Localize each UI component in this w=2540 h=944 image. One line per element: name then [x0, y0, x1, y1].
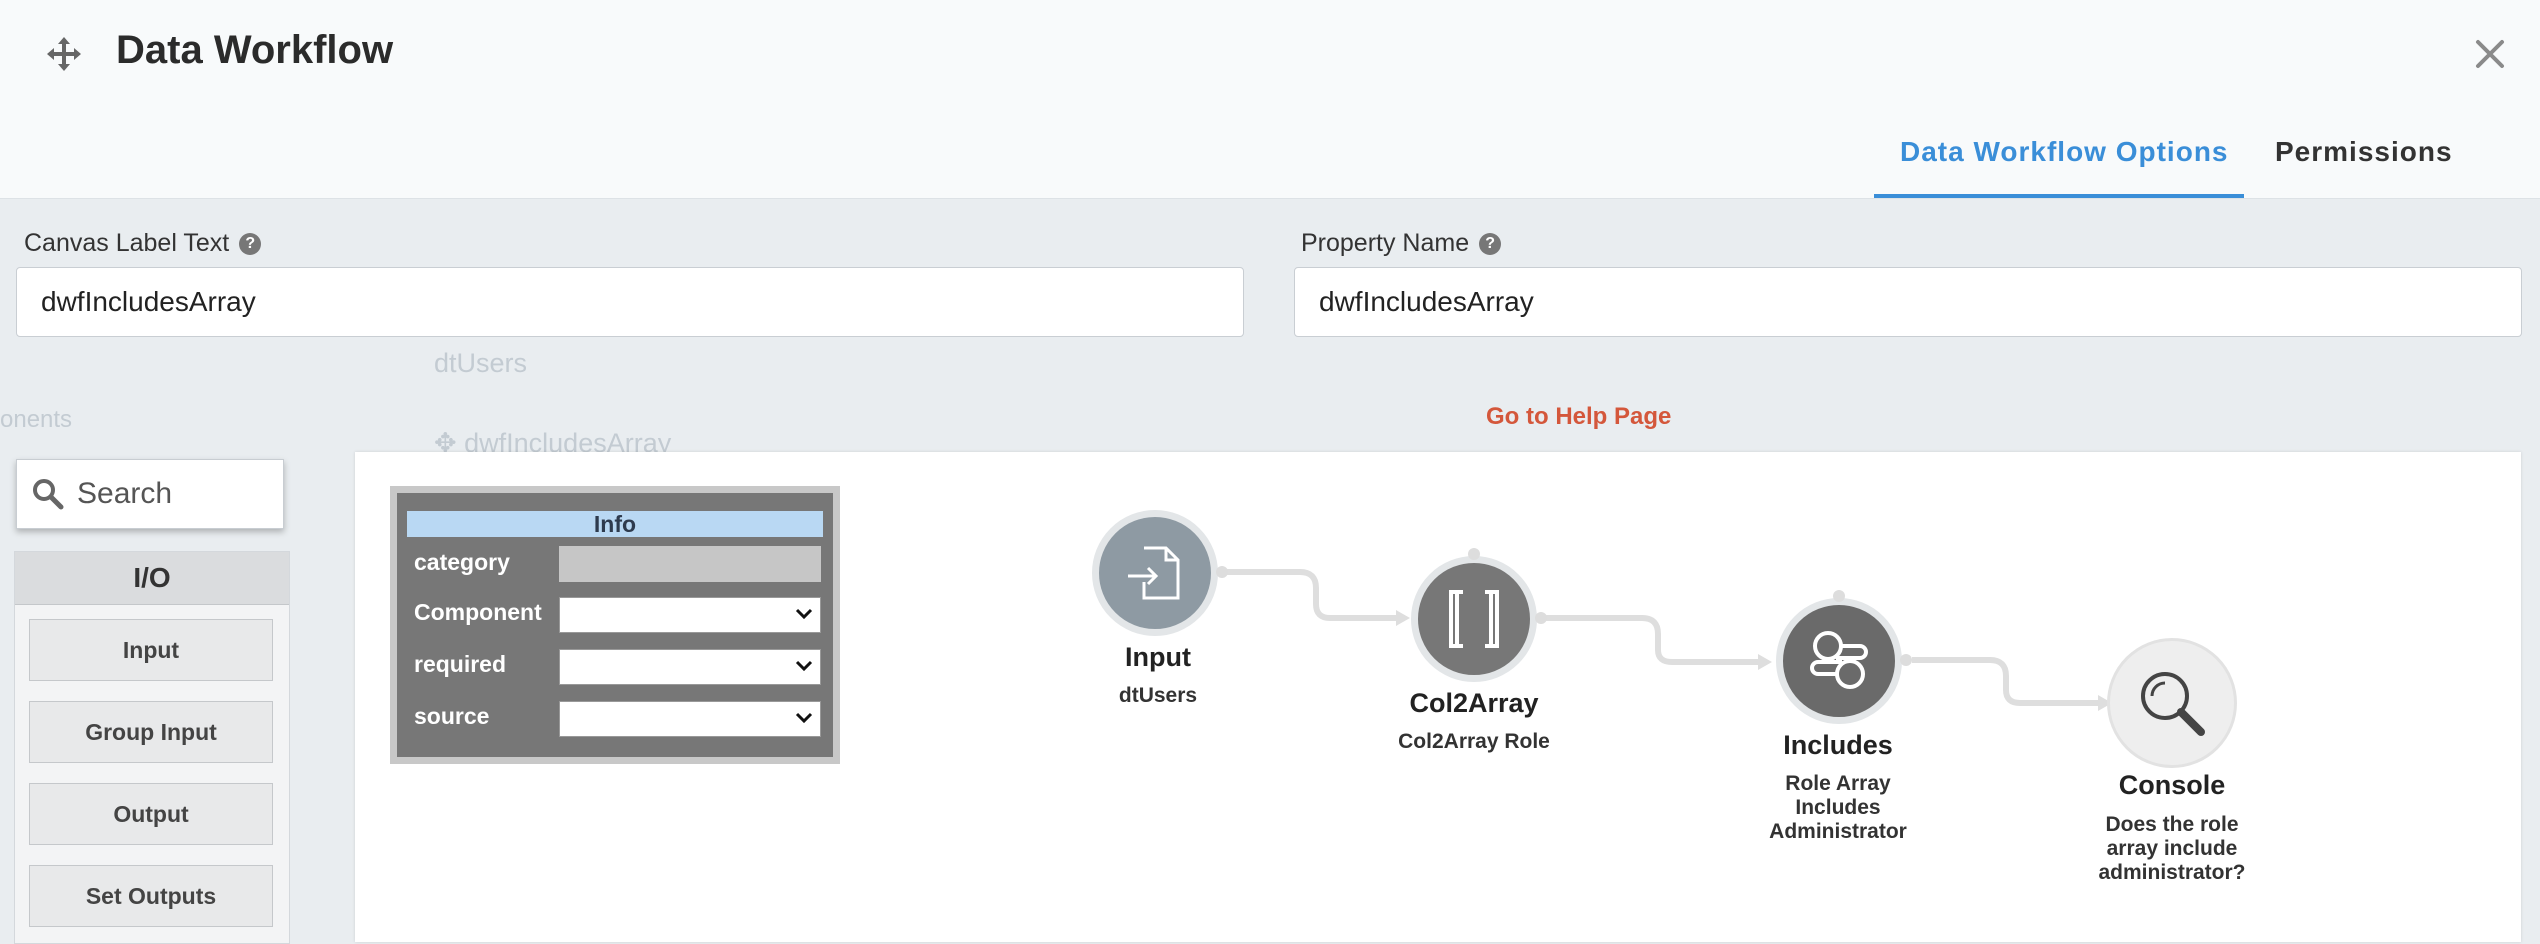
info-panel[interactable]: Info category Component required source [390, 486, 840, 764]
file-import-icon [1128, 546, 1180, 600]
col2array-node[interactable] [1411, 556, 1537, 682]
info-component-select[interactable] [559, 597, 821, 633]
includes-node-title: Includes [1783, 730, 1893, 760]
col2array-node-subtitle: Col2Array Role [1398, 730, 1550, 753]
includes-node-subtitle: Role Array Includes Administrator [1769, 772, 1907, 843]
chevron-down-icon [795, 660, 813, 672]
input-node[interactable] [1092, 510, 1218, 636]
info-required-select[interactable] [559, 649, 821, 685]
col2array-node-title: Col2Array [1409, 688, 1539, 718]
info-row-label-category: category [414, 549, 510, 575]
info-row-label-source: source [414, 703, 490, 729]
info-row-label-component: Component [414, 599, 542, 625]
console-node-title: Console [2118, 770, 2226, 800]
includes-node-top-port[interactable] [1833, 590, 1845, 602]
magnifier-icon [2141, 672, 2205, 736]
info-category-value [559, 546, 821, 582]
info-source-select[interactable] [559, 701, 821, 737]
input-node-port[interactable] [1216, 566, 1228, 578]
col2array-node-port[interactable] [1535, 612, 1547, 624]
includes-node[interactable] [1776, 598, 1902, 724]
brackets-icon [1449, 590, 1499, 648]
info-panel-title: Info [407, 511, 823, 537]
console-node-subtitle: Does the role array include administrato… [2098, 813, 2246, 884]
filter-toggle-icon [1810, 631, 1868, 689]
col2array-node-top-port[interactable] [1468, 548, 1480, 560]
chevron-down-icon [795, 712, 813, 724]
input-node-title: Input [1125, 642, 1191, 672]
includes-node-port[interactable] [1900, 654, 1912, 666]
console-node[interactable] [2107, 638, 2237, 768]
info-row-label-required: required [414, 651, 507, 677]
input-node-subtitle: dtUsers [1118, 684, 1198, 707]
chevron-down-icon [795, 608, 813, 620]
